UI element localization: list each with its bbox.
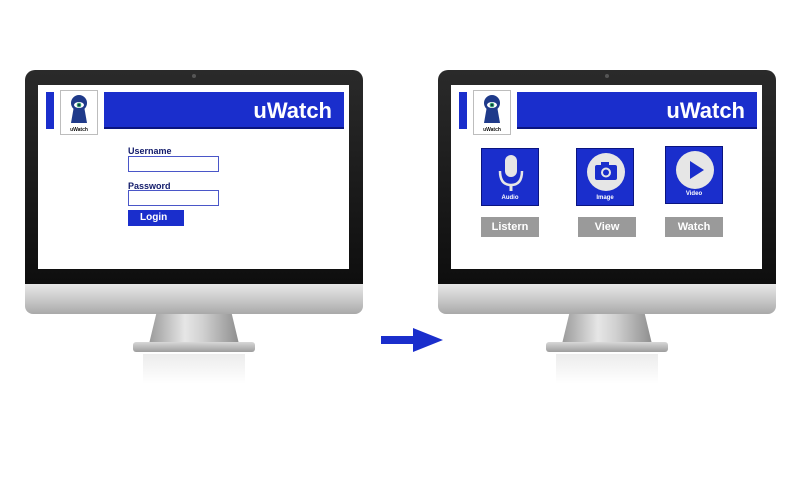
- logo-caption: uWatch: [483, 127, 501, 133]
- login-screen: uWatch uWatch Username Password Login: [38, 85, 349, 269]
- monitor-stand: [562, 314, 652, 344]
- login-button[interactable]: Login: [128, 210, 184, 226]
- media-screen: uWatch uWatch Audio Listern Image View V…: [451, 85, 762, 269]
- username-label: Username: [128, 146, 172, 156]
- app-logo: uWatch: [473, 90, 511, 135]
- video-tile[interactable]: Video: [665, 146, 723, 204]
- camera-icon: [605, 74, 609, 78]
- header-accent-bar: [46, 92, 54, 129]
- monitor-reflection: [556, 354, 658, 384]
- monitor-login: uWatch uWatch Username Password Login: [25, 70, 363, 390]
- monitor-stand: [149, 314, 239, 344]
- keyhole-eye-icon: [71, 95, 87, 123]
- app-logo: uWatch: [60, 90, 98, 135]
- image-tile-label: Image: [596, 195, 614, 201]
- watch-button[interactable]: Watch: [665, 217, 723, 237]
- header-bar: uWatch: [517, 92, 757, 129]
- image-tile[interactable]: Image: [576, 148, 634, 206]
- monitor-reflection: [143, 354, 245, 384]
- app-title: uWatch: [666, 98, 745, 123]
- password-field[interactable]: [128, 190, 219, 206]
- monitor-bezel: uWatch uWatch Username Password Login: [25, 70, 363, 284]
- username-field[interactable]: [128, 156, 219, 172]
- view-button[interactable]: View: [578, 217, 636, 237]
- monitor-media: uWatch uWatch Audio Listern Image View V…: [438, 70, 776, 390]
- monitor-base: [133, 342, 255, 352]
- monitor-chin: [438, 284, 776, 314]
- keyhole-eye-icon: [484, 95, 500, 123]
- arrow-right-icon: [381, 328, 443, 352]
- monitor-base: [546, 342, 668, 352]
- header-bar: uWatch: [104, 92, 344, 129]
- monitor-chin: [25, 284, 363, 314]
- monitor-bezel: uWatch uWatch Audio Listern Image View V…: [438, 70, 776, 284]
- video-tile-label: Video: [685, 191, 703, 197]
- audio-tile-label: Audio: [501, 195, 519, 201]
- listen-button[interactable]: Listern: [481, 217, 539, 237]
- camera-icon: [192, 74, 196, 78]
- audio-tile[interactable]: Audio: [481, 148, 539, 206]
- app-title: uWatch: [253, 98, 332, 123]
- header-accent-bar: [459, 92, 467, 129]
- logo-caption: uWatch: [70, 127, 88, 133]
